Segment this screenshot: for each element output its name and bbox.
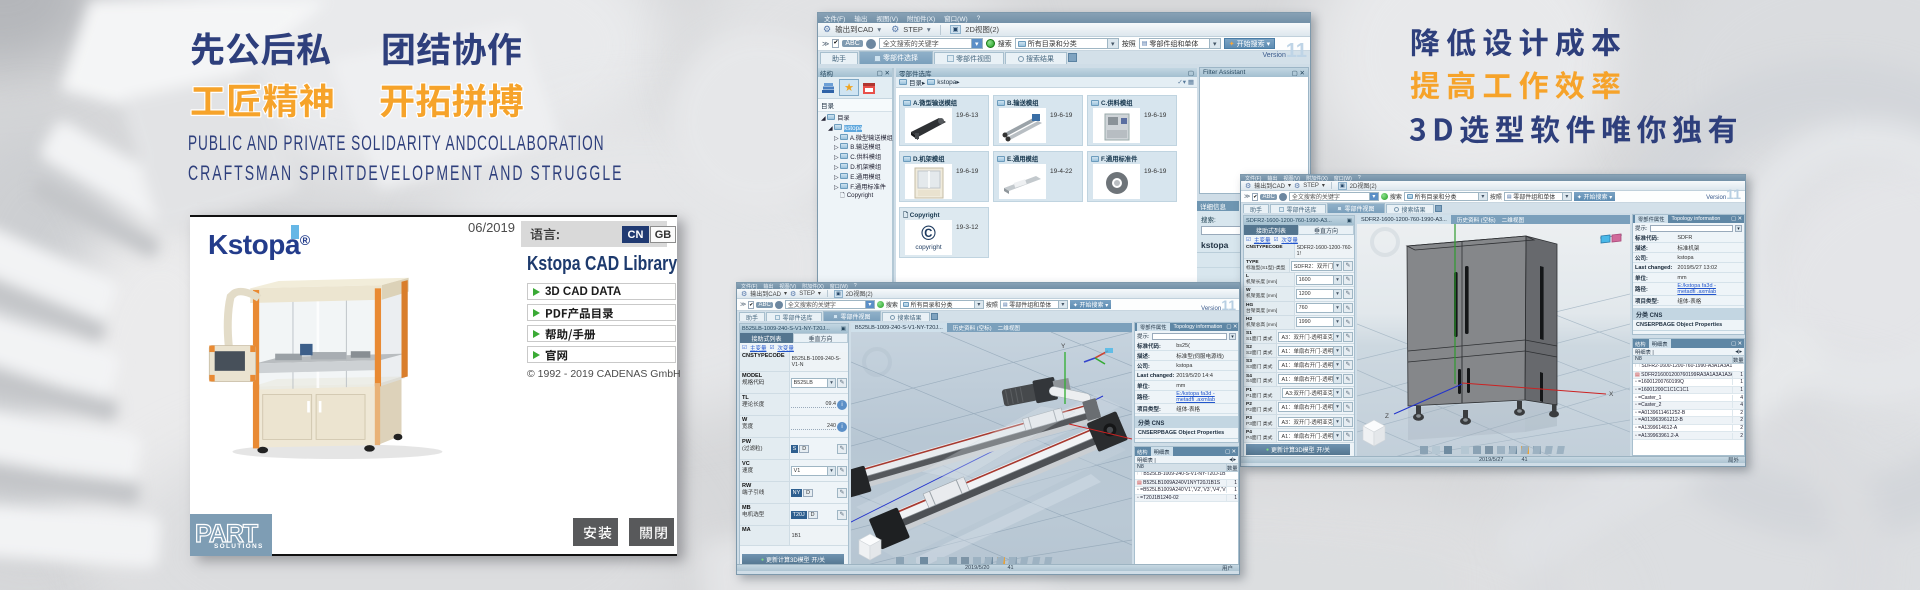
svg-text:Y: Y xyxy=(1061,343,1066,350)
svg-text:Z: Z xyxy=(1385,413,1389,420)
svg-text:X: X xyxy=(1609,391,1614,398)
